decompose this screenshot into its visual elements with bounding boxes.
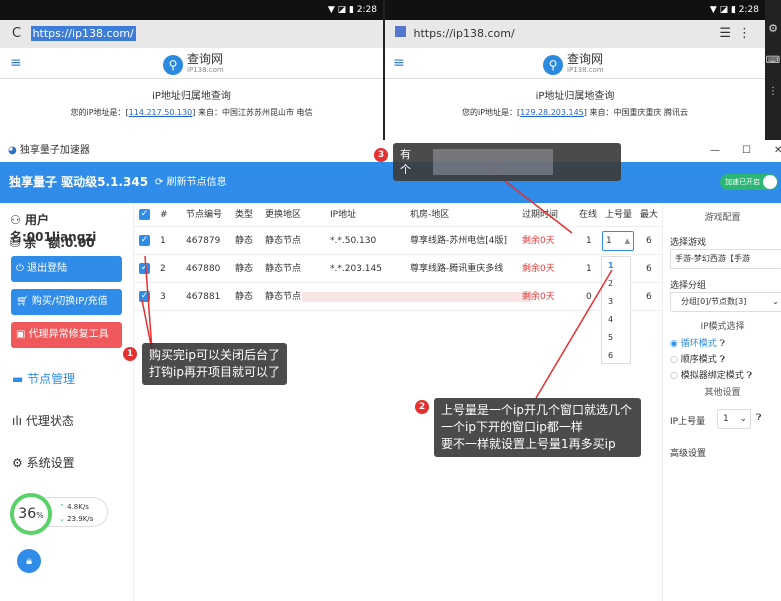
redacted-blur <box>433 149 553 175</box>
annotation-number: 2 <box>415 400 429 414</box>
annotation-line: 要不一样就设置上号量1再多买ip <box>441 437 616 451</box>
annotation-line: 上号量是一个ip开几个窗口就选几个 <box>441 403 632 417</box>
annotation-line: 购买完ip可以关闭后台了 <box>149 348 280 362</box>
annotation-bubble: 有 个 <box>393 143 621 181</box>
annotation-bubble: 上号量是一个ip开几个窗口就选几个 一个ip下开的窗口ip都一样 要不一样就设置… <box>434 398 641 457</box>
annotation-arrows <box>141 167 613 399</box>
annotation-line: 打钩ip再开项目就可以了 <box>149 365 280 379</box>
annotation-number: 3 <box>374 148 388 162</box>
annotation-line: 一个ip下开的窗口ip都一样 <box>441 420 583 434</box>
annotation-bubble: 购买完ip可以关闭后台了 打钩ip再开项目就可以了 <box>142 343 287 385</box>
arrow-line <box>535 269 613 399</box>
annotation-number: 1 <box>123 347 137 361</box>
